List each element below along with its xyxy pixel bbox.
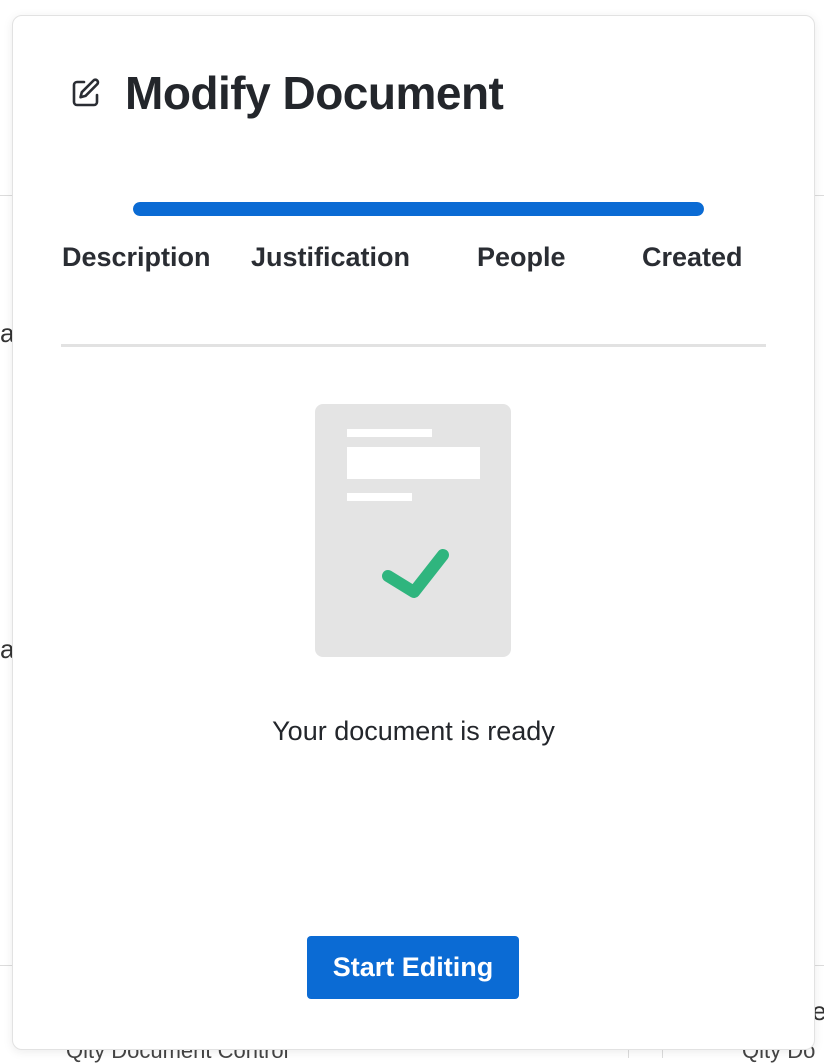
step-labels: Description Justification People Created	[13, 242, 814, 282]
step-people: People	[477, 242, 566, 272]
dialog-title: Modify Document	[125, 67, 504, 119]
header-divider	[61, 344, 766, 347]
status-message: Your document is ready	[272, 716, 555, 746]
document-check-icon	[315, 404, 511, 657]
edit-icon	[72, 78, 100, 107]
start-editing-button[interactable]: Start Editing	[307, 936, 519, 999]
step-created: Created	[642, 242, 743, 272]
modify-document-dialog: Modify Document Description Justificatio…	[12, 15, 815, 1050]
progress-fill	[133, 202, 704, 216]
dialog-header: Modify Document	[69, 66, 504, 120]
step-justification: Justification	[251, 242, 411, 272]
step-description: Description	[62, 242, 211, 272]
step-progress-bar	[133, 202, 704, 216]
